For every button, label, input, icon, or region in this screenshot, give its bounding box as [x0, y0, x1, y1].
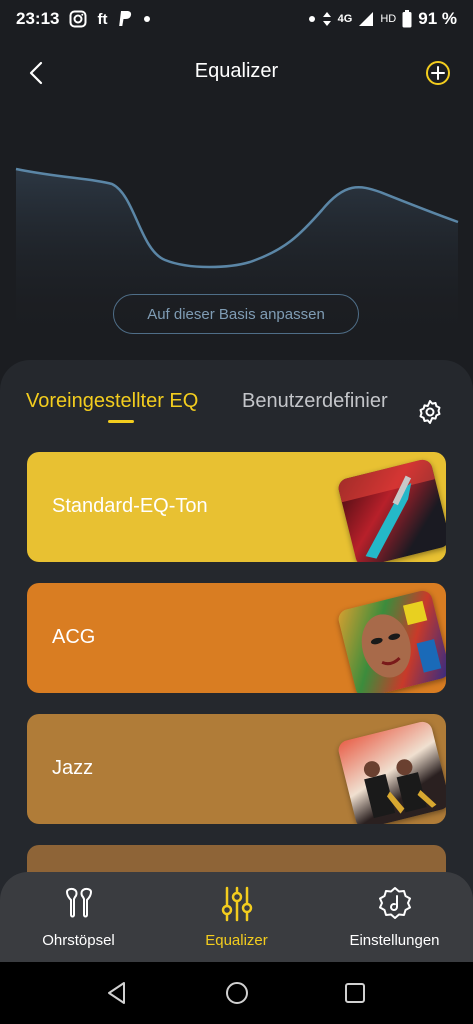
preset-label: Standard-EQ-Ton	[52, 495, 208, 517]
paypal-icon	[119, 11, 132, 26]
system-back-button[interactable]	[104, 980, 130, 1006]
plus-circle-icon	[426, 61, 450, 85]
bottom-nav: Ohrstöpsel Equalizer Einstellungen	[0, 872, 473, 962]
settings-icon	[379, 887, 411, 919]
triangle-back-icon	[108, 982, 125, 1004]
status-time: 23:13	[16, 9, 60, 28]
nav-settings[interactable]: Einstellungen	[316, 872, 473, 962]
tab-indicator	[108, 420, 134, 423]
circle-home-icon	[226, 982, 248, 1004]
preset-acg[interactable]: ACG	[27, 583, 446, 693]
preset-jazz[interactable]: Jazz	[27, 714, 446, 824]
header: Equalizer	[0, 48, 473, 98]
earbuds-icon	[65, 887, 93, 918]
status-left: 23:13 ft	[16, 9, 151, 29]
eq-settings-button[interactable]	[416, 398, 444, 426]
data-transfer-icon	[322, 12, 331, 26]
status-right: 4G HD 91 %	[308, 9, 457, 29]
nav-label: Einstellungen	[349, 932, 440, 949]
preset-standard[interactable]: Standard-EQ-Ton	[27, 452, 446, 562]
square-recents-icon	[345, 983, 365, 1003]
dot-icon	[144, 16, 151, 22]
system-recents-button[interactable]	[342, 980, 368, 1006]
ft-icon: ft	[97, 10, 108, 28]
preset-label: Jazz	[52, 757, 94, 779]
jazz-band-thumbnail	[336, 719, 446, 824]
network-type: 4G	[337, 13, 353, 25]
status-bar: 23:13 ft 4G HD 91 %	[0, 0, 473, 38]
tab-custom-eq[interactable]: Benutzerdefinier	[242, 390, 388, 413]
sliders-icon	[221, 886, 253, 922]
page-title: Equalizer	[194, 60, 279, 82]
dot-icon	[308, 16, 315, 22]
nav-label: Ohrstöpsel	[42, 932, 115, 949]
hd-label: HD	[380, 13, 397, 25]
eq-tabs: Voreingestellter EQ Benutzerdefinier	[0, 382, 473, 432]
gear-icon	[419, 400, 441, 424]
nav-equalizer[interactable]: Equalizer	[158, 872, 315, 962]
nav-label: Equalizer	[205, 932, 268, 949]
add-eq-button[interactable]	[423, 58, 453, 88]
battery-icon	[402, 10, 412, 28]
instagram-icon	[69, 10, 87, 28]
tab-preset-eq[interactable]: Voreingestellter EQ	[26, 390, 198, 413]
guitar-thumbnail	[336, 457, 446, 562]
adjust-on-basis-button[interactable]: Auf dieser Basis anpassen	[113, 294, 359, 334]
signal-icon	[359, 12, 374, 26]
face-art-thumbnail	[336, 588, 446, 693]
preset-label: ACG	[52, 626, 96, 648]
nav-earbuds[interactable]: Ohrstöpsel	[0, 872, 157, 962]
battery-percent: 91 %	[418, 9, 457, 28]
system-home-button[interactable]	[224, 980, 250, 1006]
system-nav-bar	[0, 962, 473, 1024]
